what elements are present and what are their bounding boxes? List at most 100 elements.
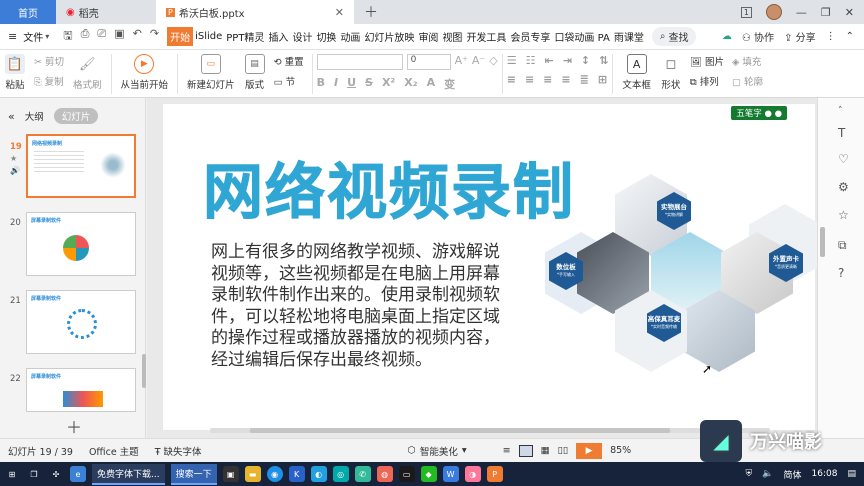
export-icon[interactable]: ⎙: [81, 27, 90, 46]
menu-developer[interactable]: 开发工具: [464, 29, 508, 44]
menu-view[interactable]: 视图: [440, 29, 464, 44]
menu-animation[interactable]: 动画: [338, 29, 362, 44]
undo-icon[interactable]: ↶: [133, 27, 142, 46]
folder-icon[interactable]: ▬: [244, 466, 261, 482]
fill-button[interactable]: ◈ 填充: [732, 54, 763, 68]
menu-ppt-jingling[interactable]: PPT精灵: [224, 29, 266, 44]
avatar[interactable]: [765, 4, 782, 20]
wps-writer-icon[interactable]: W: [442, 466, 459, 482]
section-button[interactable]: ▭ 节: [274, 74, 304, 88]
restore-icon[interactable]: ❐: [821, 6, 831, 19]
indent-decrease-icon[interactable]: ⇤: [544, 54, 553, 67]
menu-review[interactable]: 审阅: [416, 29, 440, 44]
tab-daoke[interactable]: ◉ 稻壳: [56, 0, 156, 24]
thumbnail-slide-19[interactable]: 网络视频录制: [26, 134, 136, 198]
shrink-font-icon[interactable]: A⁻: [472, 54, 485, 70]
tab-home[interactable]: 首页: [0, 0, 56, 24]
cut-button[interactable]: ✂ 剪切: [34, 54, 64, 68]
missing-font-button[interactable]: Ŧ 缺失字体: [155, 444, 202, 458]
from-current-button[interactable]: ▶ 从当前开始: [116, 54, 174, 91]
subscript-icon[interactable]: X₂: [404, 76, 417, 92]
notification-icon[interactable]: ▤: [847, 469, 856, 479]
slideshow-play-button[interactable]: ▶: [576, 442, 603, 459]
superscript-icon[interactable]: X²: [382, 76, 395, 92]
indent-increase-icon[interactable]: ⇥: [563, 54, 572, 67]
collapse-ribbon-icon[interactable]: ⌃: [846, 31, 854, 42]
tab-outline[interactable]: 大纲: [25, 109, 44, 123]
clear-format-icon[interactable]: ◇: [489, 54, 497, 70]
bold-icon[interactable]: B: [317, 76, 325, 92]
numbering-icon[interactable]: ☷: [526, 54, 536, 67]
format-painter-button[interactable]: 🖌 格式刷: [68, 54, 107, 92]
distribute-icon[interactable]: ≣: [580, 73, 589, 86]
smart-beautify-button[interactable]: ⬡ 智能美化 ▾: [408, 444, 467, 458]
more-icon[interactable]: ⋮: [826, 31, 836, 42]
menu-design[interactable]: 设计: [290, 29, 314, 44]
font-color-icon[interactable]: A: [427, 76, 436, 92]
terminal-icon[interactable]: ▭: [398, 466, 415, 482]
new-slide-button[interactable]: ▭ 新建幻灯片: [182, 54, 240, 91]
app-icon[interactable]: ◐: [310, 466, 327, 482]
animation-icon[interactable]: ☆: [838, 208, 849, 222]
menu-home[interactable]: 开始: [167, 27, 194, 46]
kwork-icon[interactable]: K: [288, 466, 305, 482]
shape-button[interactable]: ◻ 形状: [656, 54, 686, 92]
explorer-icon[interactable]: ▣: [222, 466, 239, 482]
cloud-sync-icon[interactable]: ☁: [722, 31, 732, 42]
layout-button[interactable]: ▤ 版式: [240, 54, 270, 91]
wps-ppt-icon[interactable]: P: [486, 466, 503, 482]
align-center-icon[interactable]: ≡: [525, 73, 534, 86]
tab-slides[interactable]: 幻灯片: [53, 108, 99, 124]
fan-icon[interactable]: ✣: [48, 466, 64, 482]
thumbnail-slide-22[interactable]: 屏幕录制软件: [26, 368, 136, 412]
slide-body-text[interactable]: 网上有很多的网络教学视频、游戏解说视频等，这些视频都是在电脑上用屏幕录制软件制作…: [211, 242, 511, 371]
chevron-down-icon[interactable]: ▾: [45, 32, 55, 41]
canvas-horizontal-scrollbar[interactable]: [210, 428, 770, 433]
grow-font-icon[interactable]: A⁺: [455, 54, 468, 70]
thumbnail-slide-20[interactable]: 屏幕录制软件: [26, 212, 136, 276]
textbox-button[interactable]: A 文本框: [617, 54, 656, 91]
redo-icon[interactable]: ↷: [150, 27, 159, 46]
share-button[interactable]: ⇪ 分享: [784, 29, 816, 44]
task-view-icon[interactable]: ❒: [26, 466, 42, 482]
slide-transition-icon[interactable]: ⧉: [838, 238, 847, 253]
reset-button[interactable]: ⟲ 重置: [274, 54, 304, 68]
app-icon[interactable]: ◑: [464, 466, 481, 482]
text-tool-icon[interactable]: T: [838, 126, 845, 140]
minimize-icon[interactable]: —: [796, 6, 807, 19]
shape-tool-icon[interactable]: ♡: [838, 152, 849, 166]
picture-button[interactable]: 🖼 图片: [690, 54, 724, 68]
bullets-icon[interactable]: ☰: [507, 54, 517, 67]
start-icon[interactable]: ⊞: [4, 466, 20, 482]
canvas-vertical-scrollbar[interactable]: [820, 227, 825, 257]
print-icon[interactable]: ⎚: [97, 27, 106, 46]
tray-shield-icon[interactable]: ⛨: [746, 469, 753, 479]
collapse-icon[interactable]: ˄: [838, 106, 843, 116]
settings-sliders-icon[interactable]: ⚙: [838, 180, 849, 194]
align-right-icon[interactable]: ≡: [543, 73, 552, 86]
tray-volume-icon[interactable]: 🔈: [762, 469, 773, 479]
menu-islide[interactable]: iSlide: [193, 31, 224, 42]
menu-insert[interactable]: 插入: [266, 29, 290, 44]
normal-view-button[interactable]: [518, 444, 533, 457]
device-hex-graphic[interactable]: 实物展台 *实物讲解 数位板 *手写输入 外置声卡 *音质更清晰 高保真耳麦 *实时音频…: [543, 174, 821, 372]
notes-icon[interactable]: ≡: [503, 445, 511, 456]
scroll-thumb[interactable]: [250, 428, 670, 433]
slide-title[interactable]: 网络视频录制: [203, 144, 575, 231]
italic-icon[interactable]: I: [334, 76, 338, 92]
strikethrough-icon[interactable]: S: [365, 76, 373, 92]
clock[interactable]: 16:08: [812, 469, 838, 479]
app-icon[interactable]: ◎: [332, 466, 349, 482]
ime-mode[interactable]: 简体: [784, 468, 802, 481]
arrange-button[interactable]: ⧉ 排列: [690, 74, 724, 88]
line-spacing-icon[interactable]: ↕: [581, 54, 590, 67]
sorter-view-icon[interactable]: ▦: [541, 445, 550, 456]
new-tab-button[interactable]: ＋: [354, 0, 388, 24]
chrome-icon[interactable]: ◉: [266, 466, 283, 482]
help-icon[interactable]: ?: [838, 266, 844, 280]
copy-button[interactable]: ⎘ 复制: [34, 74, 64, 88]
app-icon[interactable]: ◍: [376, 466, 393, 482]
char-spacing-icon[interactable]: 变: [444, 76, 455, 92]
search-box[interactable]: ⌕ 查找: [651, 27, 697, 46]
browser-icon[interactable]: e: [70, 466, 86, 482]
